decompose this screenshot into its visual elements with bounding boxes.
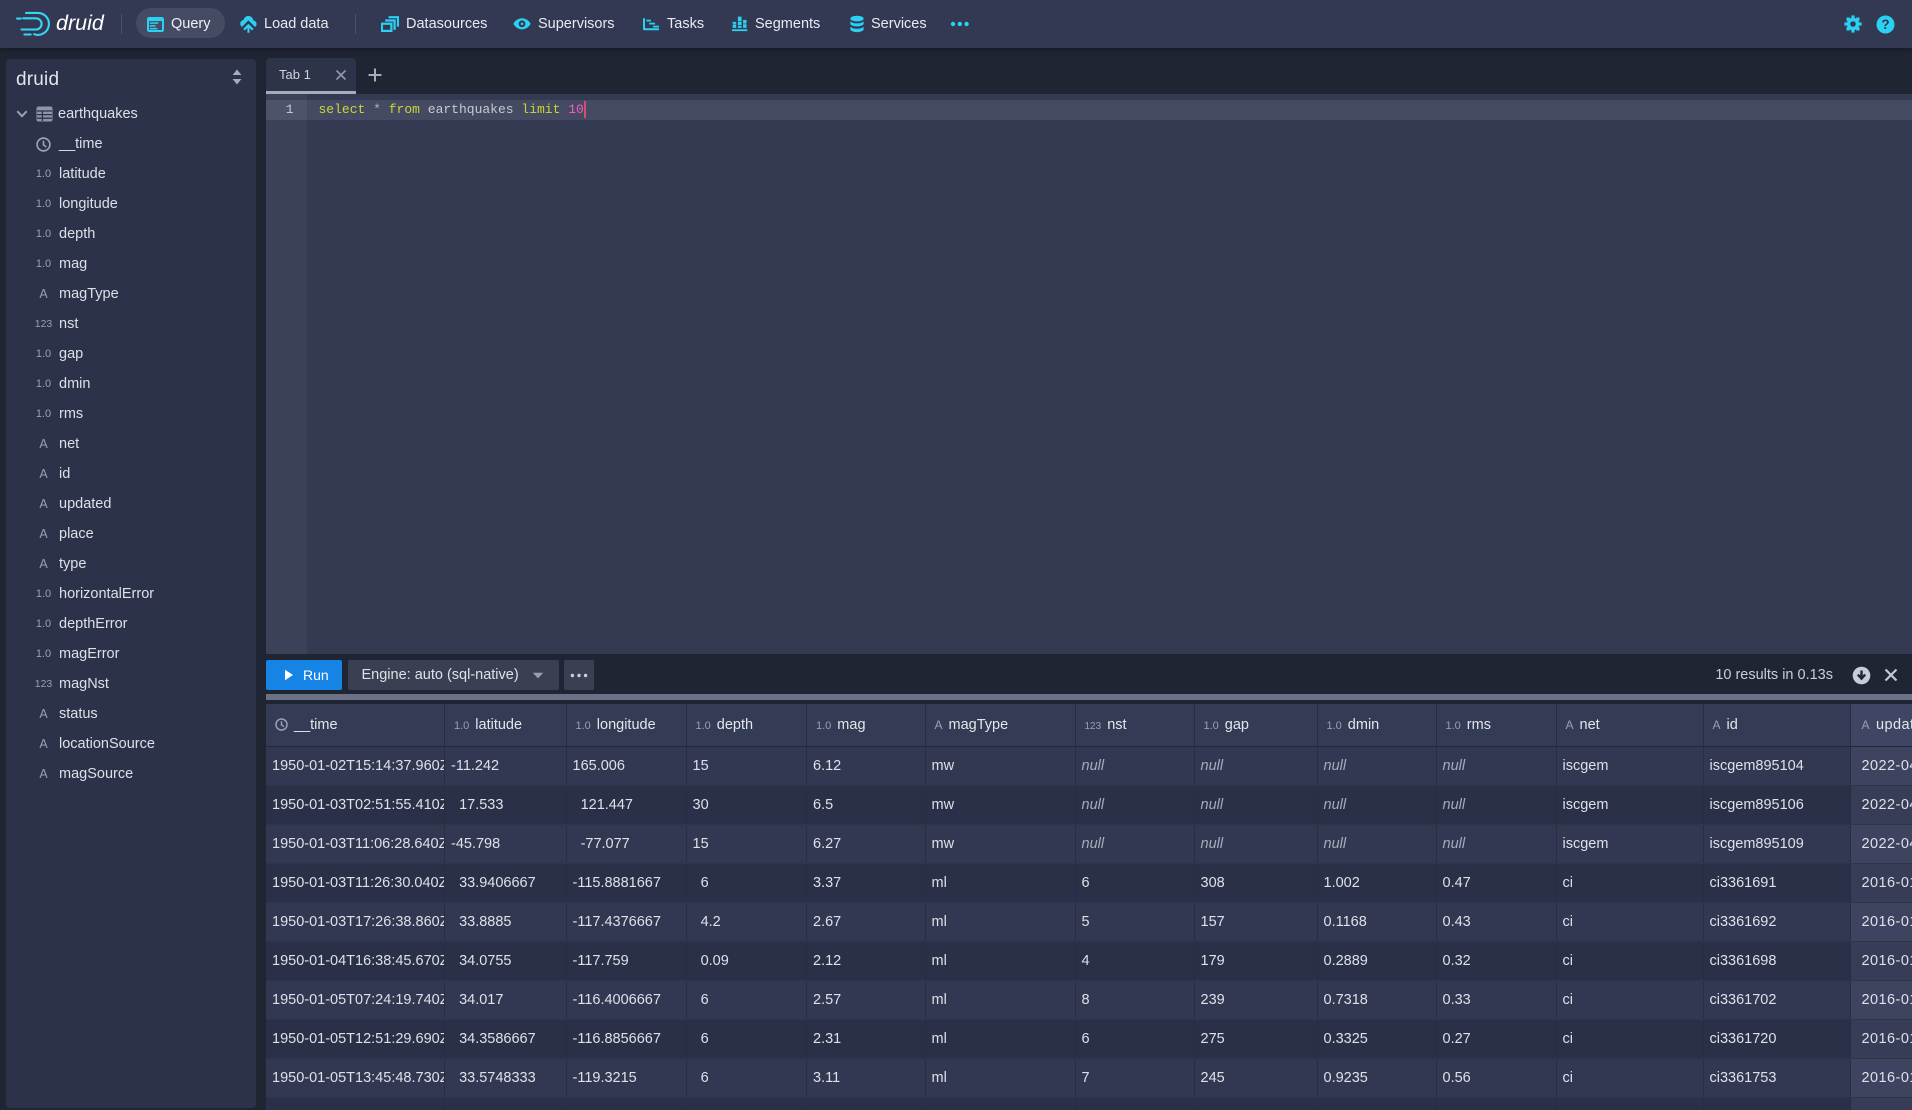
svg-text:?: ? <box>1881 17 1889 32</box>
